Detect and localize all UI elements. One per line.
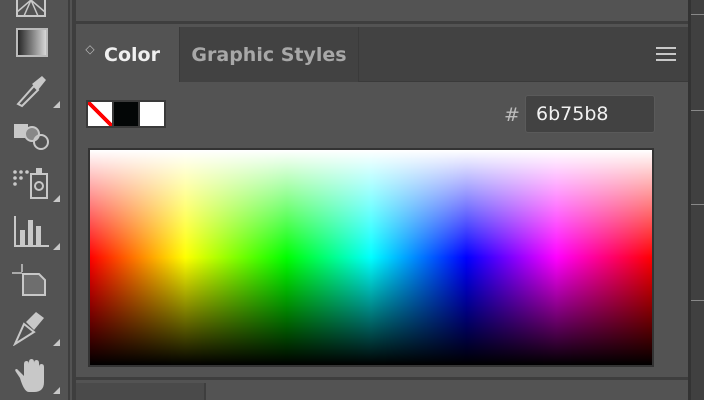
tab-color-label: Color — [104, 43, 160, 66]
swatch-none[interactable] — [88, 102, 112, 126]
tab-graphic-styles[interactable]: Graphic Styles — [179, 27, 359, 82]
color-spectrum[interactable] — [88, 148, 654, 367]
panel-menu-icon[interactable] — [656, 47, 676, 61]
pen-tool-icon[interactable] — [12, 310, 60, 347]
collapse-toggle-icon[interactable]: ◇ — [84, 43, 96, 55]
tools-panel — [0, 0, 70, 400]
lower-panel-tab[interactable] — [76, 383, 206, 400]
tab-color[interactable]: ◇ Color — [76, 27, 179, 82]
panel-tab-bar: ◇ Color Graphic Styles — [76, 27, 688, 82]
vertical-ruler[interactable] — [688, 0, 704, 400]
tab-graphic-styles-label: Graphic Styles — [191, 43, 347, 66]
hex-input[interactable]: 6b75b8 — [525, 95, 655, 133]
lower-panel — [76, 383, 688, 400]
mesh-tool-icon[interactable] — [12, 0, 52, 22]
graph-tool-icon[interactable] — [12, 214, 60, 250]
eyedropper-tool-icon[interactable] — [12, 72, 60, 108]
upper-panel — [76, 0, 688, 24]
symbol-sprayer-tool-icon[interactable] — [12, 166, 60, 202]
swatch-black[interactable] — [114, 102, 138, 126]
gradient-tool-icon[interactable] — [12, 26, 52, 62]
hand-tool-icon[interactable] — [12, 358, 60, 394]
shape-builder-tool-icon[interactable] — [12, 118, 52, 154]
quick-swatches — [86, 100, 166, 128]
hex-label: # — [504, 104, 520, 126]
artboard-tool-icon[interactable] — [12, 262, 52, 298]
swatch-white[interactable] — [140, 102, 164, 126]
color-panel: ◇ Color Graphic Styles # 6b75b8 — [76, 27, 688, 380]
